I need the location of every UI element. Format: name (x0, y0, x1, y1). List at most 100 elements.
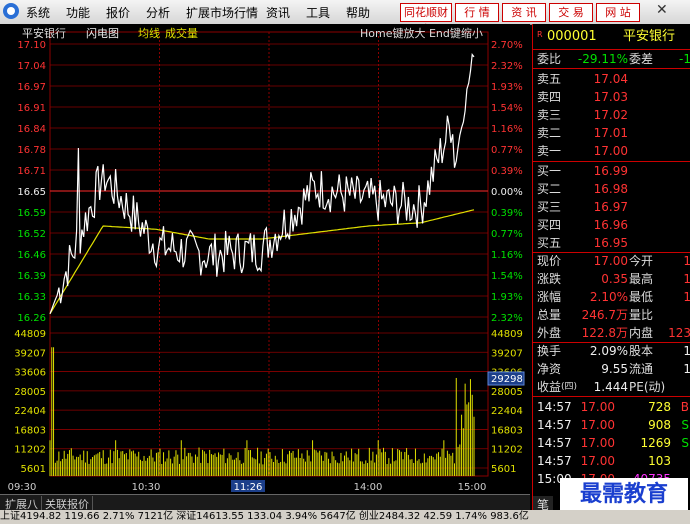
bid-price: 16.98 (593, 182, 628, 196)
stat2-row: 净资 9.55 流通 1 (533, 360, 690, 378)
tick-side: S (681, 418, 689, 432)
volume-tick-label-right: 11202 (491, 445, 523, 456)
bid-row: 买四 16.96 (533, 216, 690, 234)
bid-price: 16.96 (593, 218, 628, 232)
tick-row: 14:57 17.00 103 (533, 452, 690, 470)
percent-tick-label: 0.39% (491, 208, 523, 219)
stat-row: 涨幅 2.10% 最低 1 (533, 288, 690, 306)
tick-volume: 103 (648, 454, 671, 468)
tick-volume: 908 (648, 418, 671, 432)
weibi-value: -29.11% (577, 52, 628, 66)
stat-label-2: 今开 (629, 254, 654, 268)
tick-row: 14:57 17.00 728 B (533, 398, 690, 416)
bid-row: 买五 16.95 (533, 234, 690, 252)
ask-label: 卖三 (537, 108, 562, 122)
ask-price: 17.04 (593, 72, 628, 86)
volume-tick-label-right: 44809 (491, 329, 523, 340)
close-icon[interactable]: ✕ (656, 3, 670, 17)
bid-row: 买一 16.99 (533, 162, 690, 180)
tick-row: 14:57 17.00 1269 S (533, 434, 690, 452)
quote-button[interactable]: 行 情 (455, 3, 499, 22)
stat2-label: 换手 (537, 344, 562, 358)
trade-button[interactable]: 交 易 (549, 3, 593, 22)
tab-volume[interactable]: 成交量 (165, 26, 198, 40)
menu-help[interactable]: 帮助 (346, 4, 370, 21)
app-logo-icon (3, 3, 19, 19)
menu-system[interactable]: 系统 (26, 4, 50, 21)
bid-label: 买二 (537, 182, 562, 196)
price-tick-label: 16.78 (17, 145, 46, 156)
volume-tick-label: 39207 (14, 348, 46, 359)
stat2-row: 收益 (四) 1.444 PE(动) (533, 378, 690, 396)
menu-tools[interactable]: 工具 (306, 4, 330, 21)
time-tick-label: 14:00 (354, 482, 383, 493)
website-button[interactable]: 网 站 (596, 3, 640, 22)
ask-label: 卖一 (537, 144, 562, 158)
volume-tick-label: 22404 (14, 406, 46, 417)
menu-quote[interactable]: 报价 (106, 4, 130, 21)
volume-tick-label-right: 39207 (491, 348, 523, 359)
ask-label: 卖五 (537, 72, 562, 86)
price-tick-label: 16.59 (17, 208, 46, 219)
tick-price: 17.00 (580, 436, 615, 450)
tick-volume: 728 (648, 400, 671, 414)
bid-row: 买二 16.98 (533, 180, 690, 198)
percent-tick-label: 0.00% (491, 187, 523, 198)
percent-tick-label: 0.77% (491, 145, 523, 156)
bid-label: 买三 (537, 200, 562, 214)
stat2-label: 净资 (537, 362, 562, 376)
bid-label: 买一 (537, 164, 562, 178)
watermark-logo: 最需教育 (560, 478, 688, 510)
percent-tick-label: 1.16% (491, 124, 523, 135)
stat-value-2: 123 (668, 326, 690, 340)
price-tick-label: 16.39 (17, 271, 46, 282)
stat-value: 0.35 (601, 272, 628, 286)
tick-price: 17.00 (580, 400, 615, 414)
price-tick-label: 16.97 (17, 82, 46, 93)
chart-svg: 17.10 17.04 16.97 16.91 16.84 16.78 16.71 16.65… (8, 26, 525, 493)
stock-name: 平安银行 (623, 29, 676, 44)
time-axis: 09:30 10:30 11:26 14:00 15:00 (8, 480, 486, 493)
tick-side: B (680, 400, 689, 414)
stat-row: 外盘 122.8万 内盘 123 (533, 324, 690, 342)
zoom-hint: Home键放大 End键缩小 (360, 26, 483, 40)
volume-tick-label-right: 16803 (491, 425, 523, 436)
weibi-label: 委比 (537, 52, 562, 66)
tick-price: 17.00 (580, 418, 615, 432)
ask-price: 17.03 (593, 90, 628, 104)
percent-tick-label: 1.54% (491, 271, 523, 282)
ask-label: 卖二 (537, 126, 562, 140)
weicha-label: 委差 (629, 52, 654, 66)
tab-flash-chart[interactable]: 闪电图 (86, 26, 119, 40)
bid-row: 买三 16.97 (533, 198, 690, 216)
tick-time: 14:57 (537, 436, 572, 450)
tick-row: 14:57 17.00 908 S (533, 416, 690, 434)
percent-tick-label: 0.39% (491, 166, 523, 177)
ask-row: 卖四 17.03 (533, 88, 690, 106)
percent-tick-label: 1.54% (491, 103, 523, 114)
volume-tick-label: 16803 (14, 425, 46, 436)
ask-label: 卖四 (537, 90, 562, 104)
percent-tick-label: 2.32% (491, 313, 523, 324)
menu-info[interactable]: 资讯 (266, 4, 290, 21)
intraday-chart[interactable]: 17.10 17.04 16.97 16.91 16.84 16.78 16.71 16.65… (0, 24, 530, 494)
menu-analysis[interactable]: 分析 (146, 4, 170, 21)
stock-header: R 000001 平安银行 (533, 26, 690, 48)
tick-time: 14:57 (537, 400, 572, 414)
volume-bars (49, 347, 475, 476)
price-tick-label: 16.26 (17, 313, 46, 324)
volume-tick-label-right: 22404 (491, 406, 523, 417)
time-tick-label: 11:26 (234, 482, 263, 493)
bid-price: 16.95 (593, 236, 628, 250)
menu-function[interactable]: 功能 (66, 4, 90, 21)
tab-average[interactable]: 均线 (138, 26, 160, 40)
percent-axis: 2.70% 2.32% 1.93% 1.54% 1.16% 0.77% 0.39% 0.00%… (491, 40, 523, 324)
price-tick-label: 16.91 (17, 103, 46, 114)
wealth-button[interactable]: 同花顺财富 (400, 3, 452, 36)
news-button[interactable]: 资 讯 (502, 3, 546, 22)
stat-label: 涨跌 (537, 272, 562, 286)
menu-ext-market[interactable]: 扩展市场行情 (186, 4, 258, 21)
bottom-tab-bar: 扩展八 关联报价 (0, 494, 530, 512)
weibi-row: 委比 -29.11% 委差 -1 (533, 49, 690, 69)
stat2-value: 1.444 (593, 380, 628, 394)
